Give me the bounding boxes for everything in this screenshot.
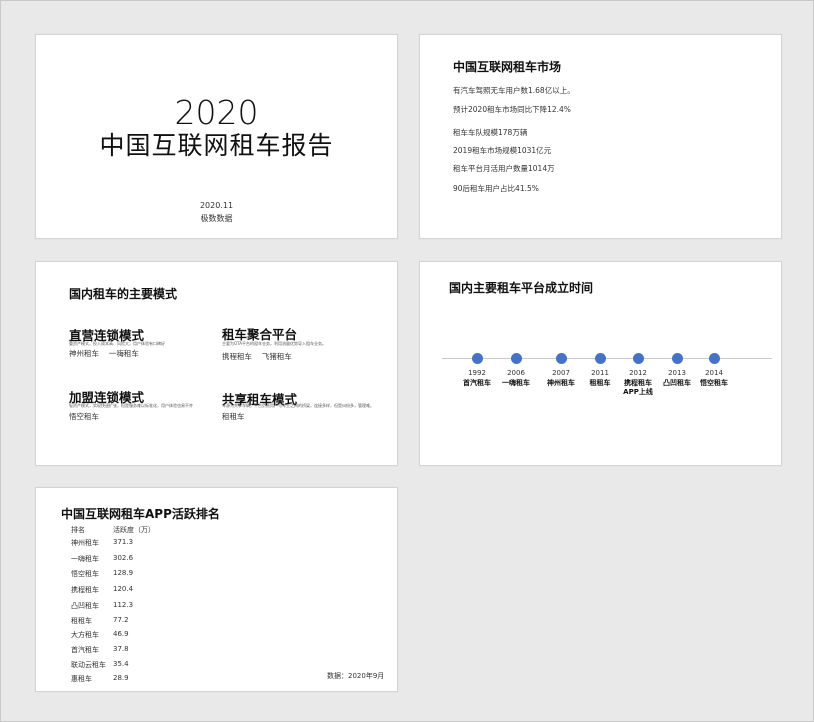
market-stat: 租车车队规模178万辆: [453, 128, 528, 137]
mode-description: 轻资产模式，实现快速扩张，但是服务难以标准化，用户体验也易不齐: [69, 403, 193, 408]
slide-thumbnail-3[interactable]: 国内租车的主要模式 直营连锁模式 重资产模式，投入成本高、风险大，用户体验有口碑…: [35, 261, 398, 466]
mode-examples: 携程租车 飞猪租车: [222, 352, 292, 361]
slide-thumbnail-2[interactable]: 中国互联网租车市场 有汽车驾照无车用户数1.68亿以上。 预计2020租车市场同…: [419, 34, 782, 239]
ranking-value: 302.6: [113, 554, 134, 562]
slide-heading: 中国互联网租车市场: [453, 60, 562, 74]
ranking-value: 37.8: [113, 645, 129, 653]
slide-heading: 国内租车的主要模式: [69, 287, 178, 301]
ranking-name: 联动云租车: [71, 661, 106, 669]
ranking-name: 一嗨租车: [71, 555, 99, 563]
market-stat: 有汽车驾照无车用户数1.68亿以上。: [453, 86, 575, 95]
timeline-dot: [708, 353, 720, 364]
ranking-name: 大方租车: [71, 631, 99, 639]
timeline-dot: [594, 353, 606, 364]
timeline-dot: [555, 353, 567, 364]
ranking-value: 120.4: [113, 585, 134, 593]
ranking-name: 凸凹租车: [71, 602, 99, 610]
slide-thumbnail-5[interactable]: 中国互联网租车APP活跃排名 排名 活跃度（万） 神州租车 371.3 一嗨租车 30…: [35, 487, 398, 692]
timeline-platform: 悟空租车: [700, 379, 728, 387]
market-stat: 90后租车用户占比41.5%: [453, 184, 539, 193]
market-stat: 预计2020租车市场同比下降12.4%: [453, 105, 571, 114]
timeline-dot: [632, 353, 644, 364]
ranking-value: 46.9: [113, 630, 129, 638]
slide-thumbnail-1[interactable]: 2020 中国互联网租车报告 2020.11 极数数据: [35, 34, 398, 239]
mode-description: 重资产模式，投入成本高、风险大，用户体验有口碑好: [69, 341, 165, 346]
ranking-value: 35.4: [113, 660, 129, 668]
market-stat: 2019租车市场规模1031亿元: [453, 146, 552, 155]
ranking-name: 首汽租车: [71, 646, 99, 654]
ranking-value: 371.3: [113, 538, 134, 546]
timeline-dot: [671, 353, 683, 364]
mode-description: 车源为共享车辆，平台负责用户与车主之间的桥梁，连接多样，但是纠纷多，管理难。: [222, 403, 374, 408]
mode-examples: 神州租车 一嗨租车: [69, 349, 139, 358]
timeline-year: 2014: [705, 369, 723, 377]
data-note: 数据：2020年9月: [327, 672, 385, 680]
market-stat: 租车平台月活用户数量1014万: [453, 164, 555, 173]
slide-thumbnail-4[interactable]: 国内主要租车平台成立时间 1992 首汽租车 2006 一嗨租车 2007 神州租车 201…: [419, 261, 782, 466]
ranking-value: 28.9: [113, 674, 129, 682]
mode-examples: 租租车: [222, 412, 245, 421]
ranking-name: 携程租车: [71, 586, 99, 594]
mode-examples: 悟空租车: [69, 412, 99, 421]
report-date: 2020.11: [199, 201, 234, 210]
column-header-activity: 活跃度（万）: [113, 526, 155, 534]
slide-sorter-canvas: 2020 中国互联网租车报告 2020.11 极数数据 中国互联网租车市场 有汽…: [0, 0, 814, 722]
report-source: 极数数据: [200, 214, 233, 223]
timeline-dot: [510, 353, 522, 364]
timeline-dot: [471, 353, 483, 364]
slide-heading: 中国互联网租车APP活跃排名: [61, 507, 220, 521]
ranking-name: 租租车: [71, 617, 92, 625]
ranking-name: 神州租车: [71, 539, 99, 547]
ranking-value: 128.9: [113, 569, 134, 577]
column-header-rank: 排名: [71, 526, 85, 534]
timeline-axis: [442, 358, 772, 359]
ranking-value: 77.2: [113, 616, 129, 624]
mode-description: 主要为OTA平台的租车业务，利用流量优势导入租车业务。: [222, 341, 327, 346]
slide-heading: 国内主要租车平台成立时间: [449, 281, 594, 295]
ranking-name: 惠租车: [71, 675, 92, 683]
ranking-value: 112.3: [113, 601, 134, 609]
ranking-name: 悟空租车: [71, 570, 99, 578]
report-title: 中国互联网租车报告: [99, 131, 334, 160]
